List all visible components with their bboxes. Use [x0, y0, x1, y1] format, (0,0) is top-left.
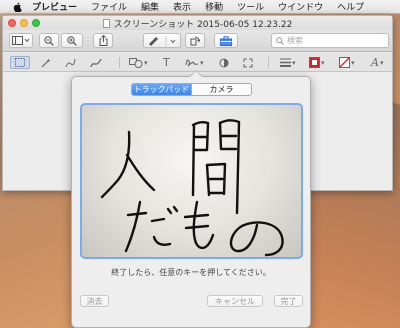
menu-file[interactable]: ファイル — [91, 0, 127, 13]
signature-icon — [185, 59, 199, 67]
signature-instruction: 終了したら、任意のキーを押してください。 — [111, 268, 271, 277]
search-input[interactable]: 検索 — [271, 33, 389, 48]
zoom-out-button[interactable] — [39, 33, 59, 48]
fill-color-icon — [339, 57, 350, 68]
signature-tool[interactable]: ▾ — [185, 56, 204, 69]
zoom-in-icon — [67, 35, 77, 46]
shapes-tool[interactable]: ▾ — [129, 56, 148, 69]
menu-edit[interactable]: 編集 — [141, 0, 159, 13]
chevron-down-icon: ▾ — [321, 58, 325, 67]
tab-camera[interactable]: カメラ — [191, 84, 251, 95]
window-title-label: スクリーンショット 2015-06-05 12.23.22 — [113, 19, 293, 30]
fill-color-tool[interactable]: ▾ — [339, 56, 355, 69]
markup-pen-button[interactable] — [143, 33, 181, 48]
chevron-down-icon: ▾ — [379, 58, 384, 67]
adjust-color-icon — [219, 58, 229, 67]
magic-wand-icon — [41, 58, 51, 67]
draw-tool[interactable] — [90, 56, 102, 69]
text-tool[interactable]: T — [163, 56, 170, 69]
adjust-size-tool[interactable] — [243, 56, 253, 69]
document-icon — [102, 18, 110, 28]
window-title: スクリーンショット 2015-06-05 12.23.22 — [102, 17, 293, 30]
text-icon: T — [163, 56, 170, 69]
share-icon — [99, 35, 107, 46]
sketch-tool[interactable] — [65, 56, 76, 69]
adjust-color-tool[interactable] — [219, 56, 229, 69]
draw-icon — [90, 58, 102, 67]
menu-app-name[interactable]: プレビュー — [32, 0, 77, 13]
selection-tool[interactable] — [10, 56, 30, 69]
zoom-button[interactable] — [32, 19, 40, 27]
cancel-button[interactable]: キャンセル — [207, 295, 263, 307]
sidebar-view-button[interactable] — [9, 33, 33, 48]
menu-window[interactable]: ウインドウ — [278, 0, 323, 13]
zoom-out-icon — [44, 35, 54, 46]
close-button[interactable] — [8, 19, 16, 27]
line-style-tool[interactable]: ▾ — [280, 56, 296, 69]
title-bar[interactable]: スクリーンショット 2015-06-05 12.23.22 — [3, 16, 392, 30]
handwritten-signature — [100, 119, 284, 257]
menu-view[interactable]: 表示 — [173, 0, 191, 13]
menu-help[interactable]: ヘルプ — [337, 0, 364, 13]
text-style-icon: A — [371, 56, 379, 69]
rotate-button[interactable] — [185, 33, 205, 48]
sketch-icon — [65, 58, 76, 67]
minimize-button[interactable] — [20, 19, 28, 27]
resize-icon — [243, 58, 253, 67]
shapes-icon — [129, 57, 143, 68]
toolbar-divider — [119, 57, 120, 68]
rectangle-selection-icon — [15, 58, 25, 67]
signature-popover: トラックパッド カメラ 終了したら、任意のキーを押してください。 消去 キャンセ… — [71, 70, 311, 328]
search-placeholder: 検索 — [287, 36, 303, 45]
clear-button[interactable]: 消去 — [80, 295, 109, 307]
toolbar-divider — [268, 57, 269, 68]
pen-icon — [149, 35, 176, 46]
share-button[interactable] — [93, 33, 113, 48]
trackpad-signature-area[interactable] — [80, 103, 303, 259]
menu-tools[interactable]: ツール — [237, 0, 264, 13]
instant-alpha-tool[interactable] — [41, 56, 51, 69]
main-toolbar: 検索 — [3, 30, 392, 52]
done-button[interactable]: 完了 — [274, 295, 303, 307]
zoom-in-button[interactable] — [61, 33, 83, 48]
signature-source-tabs: トラックパッド カメラ — [131, 83, 252, 96]
text-style-tool[interactable]: A ▾ — [371, 56, 383, 69]
border-color-icon — [309, 57, 320, 68]
rotate-icon — [190, 36, 200, 45]
apple-menu-icon[interactable] — [12, 2, 24, 12]
tab-trackpad[interactable]: トラックパッド — [132, 84, 191, 95]
chevron-down-icon: ▾ — [200, 58, 204, 67]
toolbox-button[interactable] — [214, 33, 238, 48]
popover-arrow — [189, 70, 203, 77]
chevron-down-icon: ▾ — [144, 58, 148, 67]
window-controls — [8, 19, 40, 27]
menu-bar: プレビュー ファイル 編集 表示 移動 ツール ウインドウ ヘルプ — [0, 0, 400, 14]
chevron-down-icon: ▾ — [351, 58, 355, 67]
menu-go[interactable]: 移動 — [205, 0, 223, 13]
search-icon — [276, 36, 284, 45]
sidebar-icon — [12, 36, 30, 45]
border-color-tool[interactable]: ▾ — [309, 56, 325, 69]
toolbox-icon — [220, 35, 232, 46]
line-style-icon — [280, 58, 291, 67]
chevron-down-icon: ▾ — [292, 58, 296, 67]
